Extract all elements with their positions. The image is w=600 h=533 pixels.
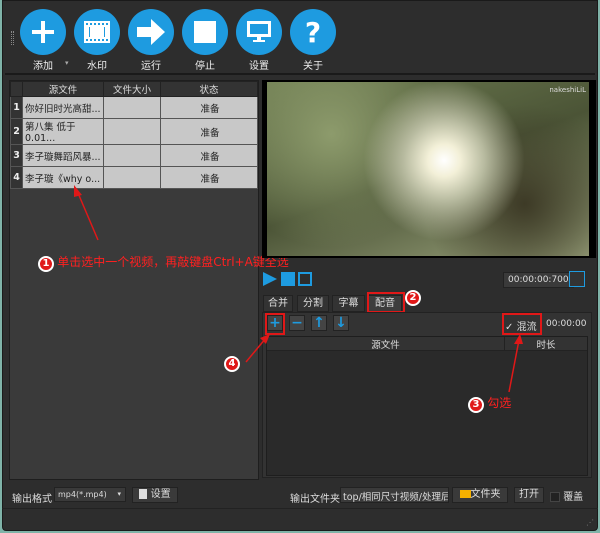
folder-icon bbox=[459, 490, 471, 498]
row-index: 3 bbox=[10, 144, 23, 167]
run-button[interactable]: 运行 bbox=[126, 9, 176, 72]
stop-playback-icon[interactable] bbox=[281, 272, 295, 286]
status-bar-divider bbox=[2, 508, 598, 509]
arrow-right-icon bbox=[128, 9, 174, 55]
monitor-icon bbox=[236, 9, 282, 55]
annotation-step-3: 3 勾选 bbox=[468, 394, 511, 413]
audio-table: 源文件 时长 bbox=[266, 336, 588, 476]
file-name: 你好旧时光高甜... bbox=[22, 96, 104, 119]
add-dropdown-icon[interactable]: ▾ bbox=[65, 59, 69, 67]
stop-icon bbox=[182, 9, 228, 55]
video-watermark: nakeshiLiL bbox=[549, 86, 586, 94]
column-header-source[interactable]: 源文件 bbox=[22, 81, 104, 97]
toolbar-divider bbox=[5, 73, 595, 75]
output-folder-input[interactable]: top/相同尺寸视频/处理后 bbox=[340, 487, 449, 503]
annotation-box-4 bbox=[265, 313, 285, 335]
open-button[interactable]: 打开 bbox=[514, 487, 544, 503]
column-header-source[interactable]: 源文件 bbox=[267, 337, 505, 351]
plus-icon bbox=[20, 9, 66, 55]
document-icon bbox=[139, 489, 148, 499]
format-settings-button[interactable]: 设置 bbox=[132, 487, 178, 503]
snapshot-icon[interactable] bbox=[569, 271, 585, 287]
fullscreen-icon[interactable] bbox=[298, 272, 312, 286]
audio-time: 00:00:00 bbox=[546, 319, 587, 329]
file-name: 第八集 低于0.01... bbox=[22, 118, 104, 145]
file-status: 准备 bbox=[160, 166, 258, 189]
output-format-select[interactable]: mp4(*.mp4) ▾ bbox=[54, 487, 126, 502]
annotation-step-4: 4 bbox=[224, 356, 240, 372]
annotation-step-2: 2 bbox=[405, 290, 421, 306]
row-index: 1 bbox=[10, 96, 23, 119]
file-table: 源文件 文件大小 状态 1 你好旧时光高甜... 准备 2 第八集 低于0.01... 准备… bbox=[10, 81, 258, 189]
toolbar-grip[interactable] bbox=[11, 31, 14, 45]
annotation-box-2 bbox=[367, 292, 405, 313]
file-status: 准备 bbox=[160, 96, 258, 119]
column-header-status[interactable]: 状态 bbox=[160, 81, 258, 97]
chevron-down-icon: ▾ bbox=[117, 490, 121, 498]
table-row[interactable]: 3 李子璇舞蹈风暴... 准备 bbox=[10, 144, 258, 167]
tab-split[interactable]: 分割 bbox=[297, 295, 329, 312]
checkbox-box bbox=[550, 492, 560, 502]
annotation-box-3 bbox=[502, 313, 542, 335]
file-size bbox=[103, 118, 161, 145]
file-status: 准备 bbox=[160, 118, 258, 145]
file-status: 准备 bbox=[160, 144, 258, 167]
tab-merge[interactable]: 合并 bbox=[263, 295, 293, 312]
video-preview[interactable]: nakeshiLiL bbox=[262, 80, 596, 258]
remove-audio-button[interactable]: − bbox=[289, 315, 305, 331]
file-size bbox=[103, 144, 161, 167]
table-row[interactable]: 4 李子璇《why o... 准备 bbox=[10, 166, 258, 189]
row-index: 4 bbox=[10, 166, 23, 189]
file-size bbox=[103, 96, 161, 119]
settings-button[interactable]: 设置 bbox=[234, 9, 284, 72]
annotation-arrow-3 bbox=[508, 334, 523, 393]
move-up-button[interactable]: ↑ bbox=[311, 315, 327, 331]
tab-subtitle[interactable]: 字幕 bbox=[332, 295, 365, 312]
move-down-button[interactable]: ↓ bbox=[333, 315, 349, 331]
stop-button[interactable]: 停止 bbox=[180, 9, 230, 72]
annotation-step-1: 1 单击选中一个视频，再敲键盘Ctrl+A键全选 bbox=[38, 253, 289, 272]
film-icon bbox=[74, 9, 120, 55]
file-name: 李子璇舞蹈风暴... bbox=[22, 144, 104, 167]
resize-grip-icon[interactable]: ⋰ bbox=[586, 518, 594, 527]
table-row[interactable]: 2 第八集 低于0.01... 准备 bbox=[10, 118, 258, 145]
index-header bbox=[10, 81, 23, 97]
column-header-size[interactable]: 文件大小 bbox=[103, 81, 161, 97]
output-folder-label: 输出文件夹 bbox=[290, 494, 340, 505]
overwrite-checkbox[interactable]: 覆盖 bbox=[550, 488, 583, 503]
output-format-label: 输出格式 bbox=[12, 494, 52, 505]
row-index: 2 bbox=[10, 118, 23, 145]
choose-folder-button[interactable]: 文件夹 bbox=[452, 487, 508, 503]
file-list-panel: 源文件 文件大小 状态 1 你好旧时光高甜... 准备 2 第八集 低于0.01... 准备… bbox=[9, 80, 259, 480]
add-button[interactable]: 添加 bbox=[18, 9, 68, 72]
watermark-button[interactable]: 水印 bbox=[72, 9, 122, 72]
video-frame bbox=[267, 82, 589, 256]
about-button[interactable]: ? 关于 bbox=[288, 9, 338, 72]
preview-time: 00:00:00:700 bbox=[503, 272, 574, 288]
annotation-arrow-1 bbox=[74, 185, 99, 241]
file-size bbox=[103, 166, 161, 189]
annotation-arrow-4 bbox=[245, 334, 270, 363]
question-icon: ? bbox=[290, 9, 336, 55]
table-row[interactable]: 1 你好旧时光高甜... 准备 bbox=[10, 96, 258, 119]
